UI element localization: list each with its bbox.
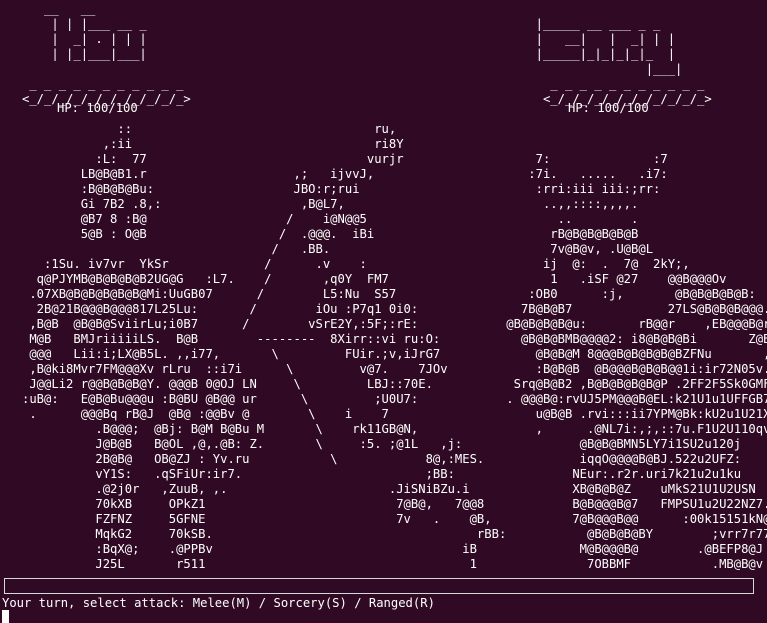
enemy-hp-label: HP: 100/100: [568, 101, 649, 115]
battle-ascii-art: __ __ | | |___ __ _ |_____ __ ___ _ _ | …: [22, 2, 767, 571]
attack-prompt: Your turn, select attack: Melee(M) / Sor…: [2, 596, 435, 610]
status-bar-frame: [4, 578, 754, 594]
player-hp-label: HP: 100/100: [57, 101, 138, 115]
input-cursor[interactable]: [2, 610, 9, 623]
